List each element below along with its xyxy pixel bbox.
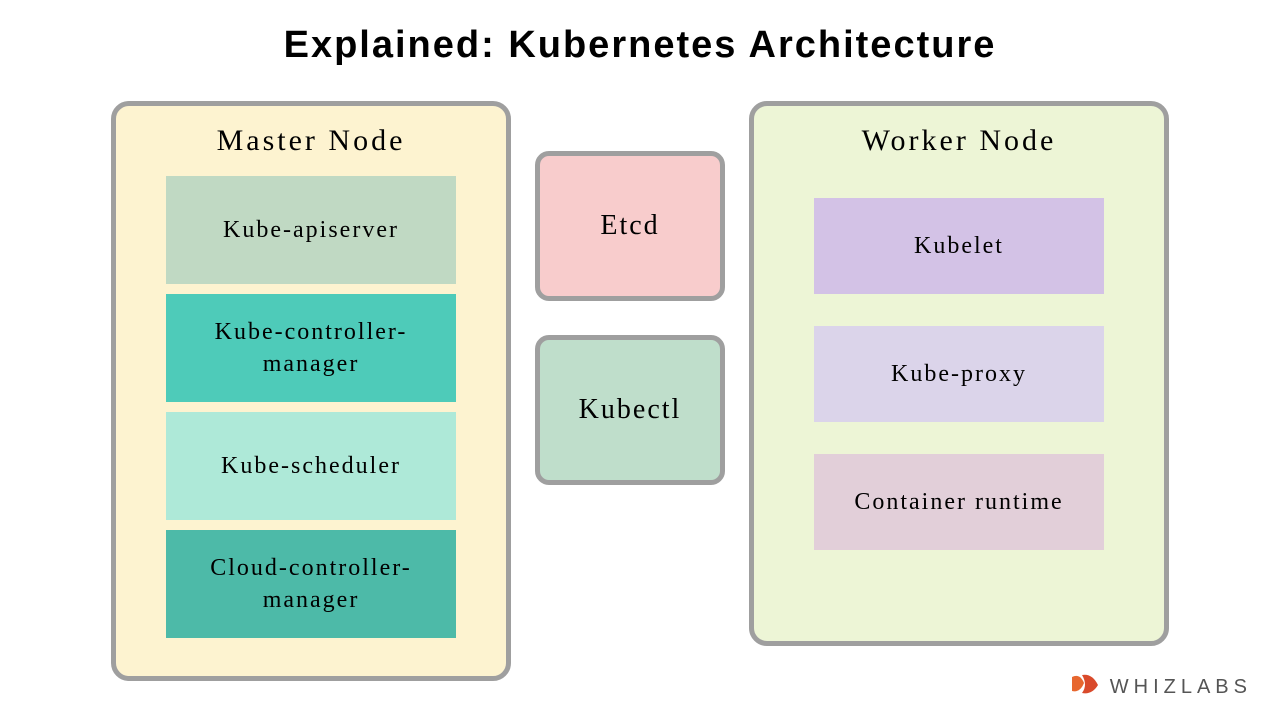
cloud-controller-manager-box: Cloud-controller-manager [166,530,456,638]
worker-node-panel: Worker Node Kubelet Kube-proxy Container… [749,101,1169,646]
middle-column: Etcd Kubectl [535,101,725,485]
whizlabs-logo-icon [1072,673,1102,702]
master-node-panel: Master Node Kube-apiserver Kube-controll… [111,101,511,681]
worker-node-title: Worker Node [862,124,1057,158]
master-node-title: Master Node [217,124,406,158]
container-runtime-box: Container runtime [814,454,1104,550]
kube-proxy-box: Kube-proxy [814,326,1104,422]
kube-scheduler-box: Kube-scheduler [166,412,456,520]
kubectl-box: Kubectl [535,335,725,485]
kubelet-box: Kubelet [814,198,1104,294]
diagram-title: Explained: Kubernetes Architecture [0,0,1280,67]
kube-apiserver-box: Kube-apiserver [166,176,456,284]
diagram-container: Master Node Kube-apiserver Kube-controll… [0,67,1280,681]
kube-controller-manager-box: Kube-controller-manager [166,294,456,402]
whizlabs-logo: WHIZLABS [1072,673,1252,702]
etcd-box: Etcd [535,151,725,301]
whizlabs-logo-text: WHIZLABS [1110,676,1252,699]
